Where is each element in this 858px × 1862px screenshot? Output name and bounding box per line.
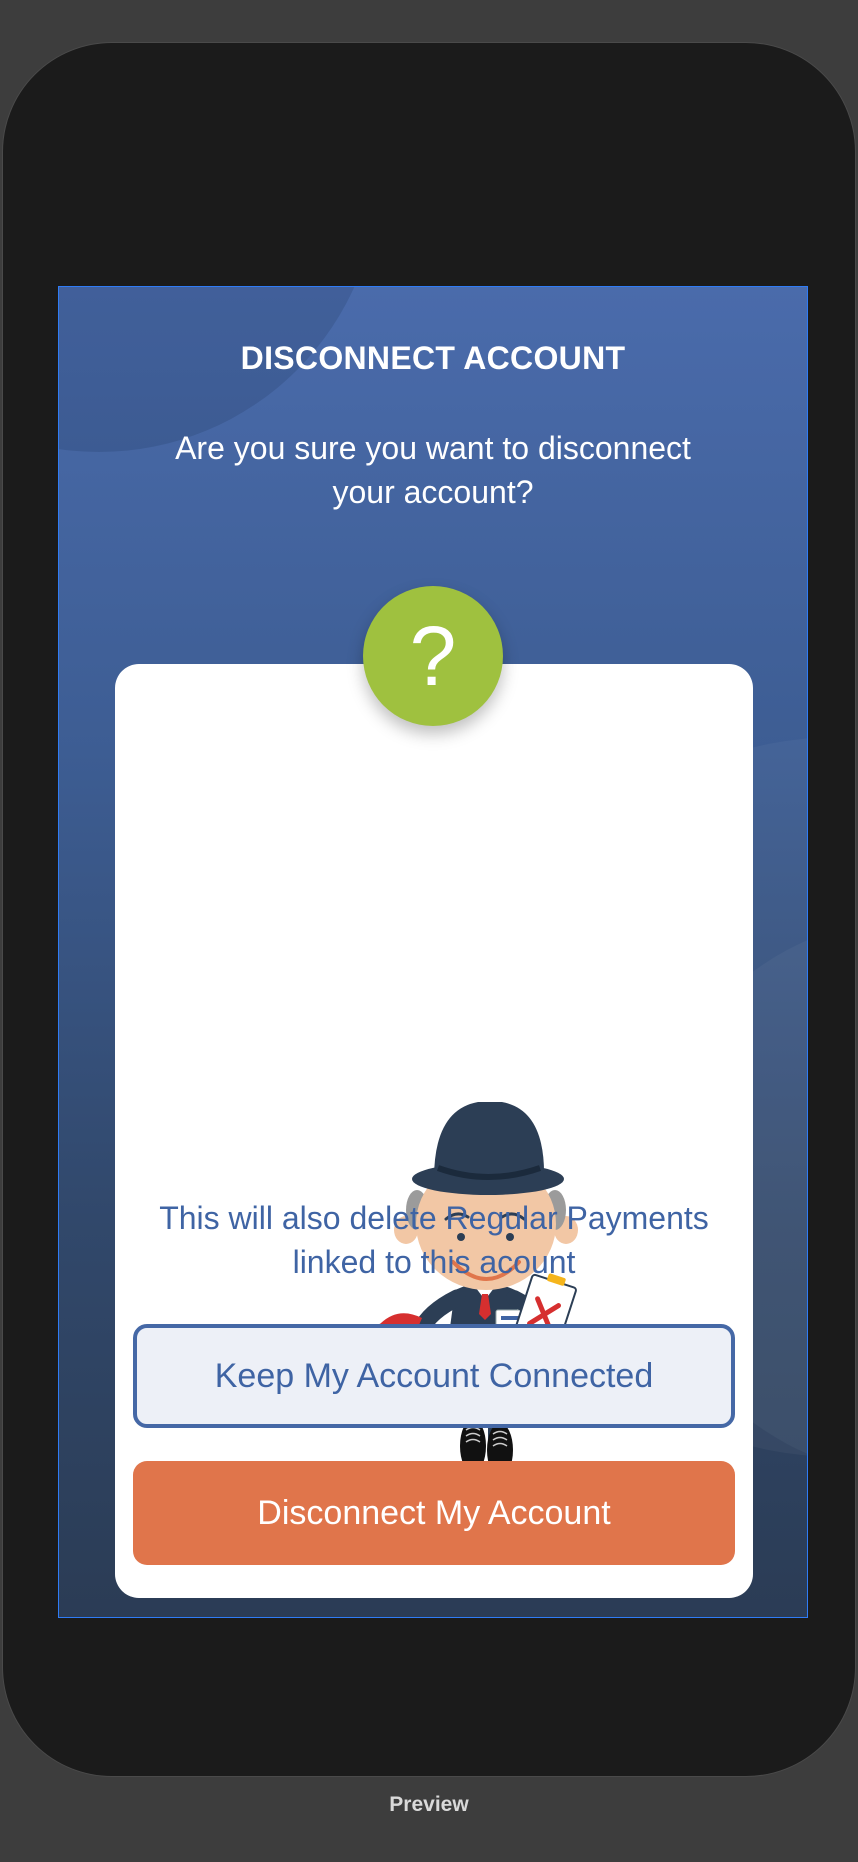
question-mark-icon: ? [363, 586, 503, 726]
keep-connected-button[interactable]: Keep My Account Connected [133, 1324, 735, 1428]
disconnect-label: Disconnect My Account [257, 1493, 611, 1532]
keep-connected-label: Keep My Account Connected [214, 1356, 654, 1395]
confirmation-card: This will also delete Regular Payments l… [115, 664, 753, 1598]
preview-caption: Preview [389, 1793, 469, 1816]
dialog-screen: DISCONNECT ACCOUNT Are you sure you want… [58, 286, 808, 1618]
warning-note: This will also delete Regular Payments l… [159, 1200, 709, 1280]
confirmation-question: Are you sure you want to disconnect your… [175, 430, 691, 510]
disconnect-button[interactable]: Disconnect My Account [133, 1461, 735, 1565]
dialog-title: DISCONNECT ACCOUNT [240, 340, 626, 376]
phone-frame: DISCONNECT ACCOUNT Are you sure you want… [2, 42, 856, 1777]
